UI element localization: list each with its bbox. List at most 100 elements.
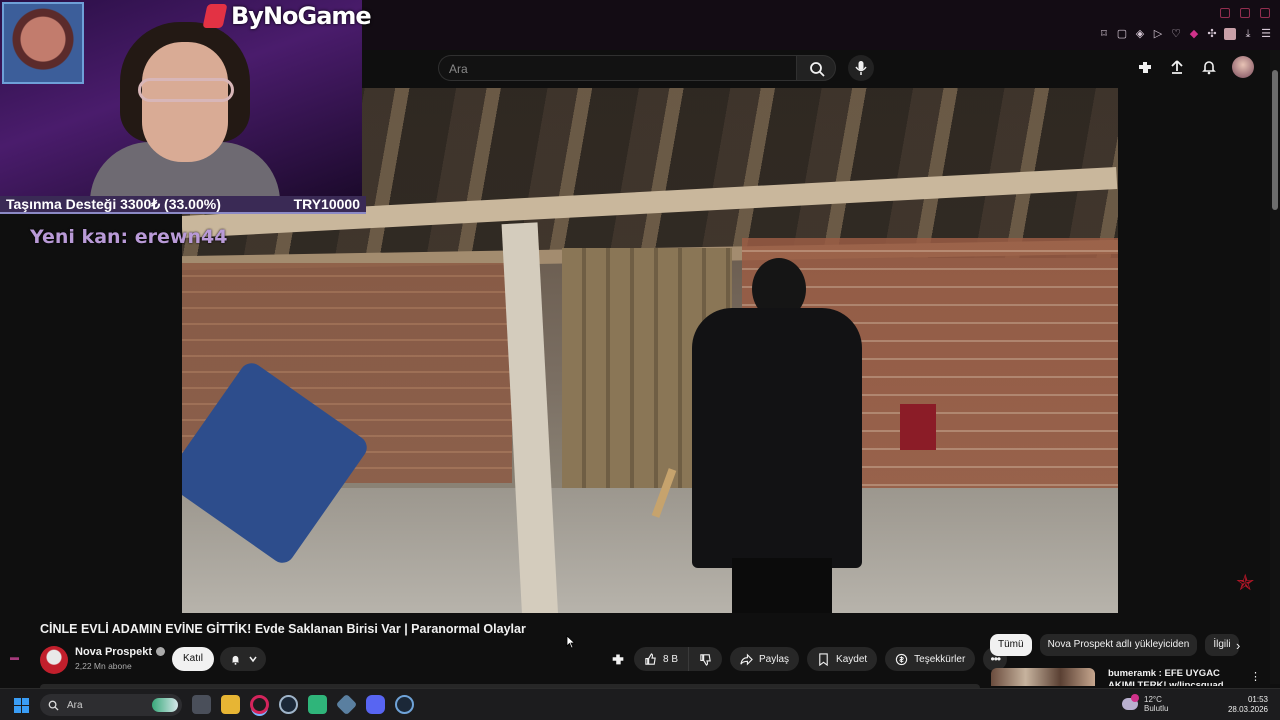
temperature: 12°C — [1144, 695, 1162, 704]
opera-gx-icon[interactable] — [250, 695, 269, 714]
shield-icon[interactable]: ◈ — [1134, 28, 1146, 40]
chip-related[interactable]: İlgili — [1205, 634, 1239, 656]
profile-icon[interactable] — [1224, 28, 1236, 40]
video-scene-person-body — [692, 308, 862, 568]
donation-goal-bar: Taşınma Desteği 3300₺ (33.00%) TRY10000 — [0, 196, 366, 214]
like-dislike-group: 8 B — [634, 647, 723, 671]
taskbar-search[interactable]: Ara — [40, 694, 182, 716]
chip-all[interactable]: Tümü — [990, 634, 1032, 656]
super-thanks-icon — [896, 653, 908, 665]
menu-icon[interactable]: ☰ — [1260, 28, 1272, 40]
discord-icon[interactable] — [366, 695, 385, 714]
app-icon[interactable] — [335, 693, 358, 716]
chevron-down-icon — [248, 656, 257, 663]
steam-alt-icon[interactable] — [395, 695, 414, 714]
video-title: CİNLE EVLİ ADAMIN EVİNE GİTTİK! Evde Sak… — [40, 622, 526, 636]
weather-condition: Bulutlu — [1144, 704, 1169, 713]
bell-icon — [231, 655, 239, 665]
video-scene-person — [662, 258, 892, 613]
extension-icon[interactable] — [610, 651, 626, 667]
minimize-button[interactable] — [1220, 8, 1230, 18]
share-button[interactable]: Paylaş — [730, 647, 800, 671]
suggestion-menu-icon[interactable]: ⋮ — [1250, 670, 1261, 683]
voice-search-button[interactable] — [848, 55, 874, 81]
bell-icon[interactable] — [1200, 58, 1218, 76]
search-highlight-icon — [152, 698, 178, 712]
channel-name[interactable]: Nova Prospekt — [75, 646, 166, 658]
sponsor-logo-text: ByNoGame — [231, 2, 372, 30]
pentagram-icon: ✯ — [1236, 570, 1255, 595]
save-button[interactable]: Kaydet — [807, 647, 878, 671]
taskbar-search-label: Ara — [67, 699, 83, 711]
obs-game-icon[interactable] — [308, 695, 327, 714]
download-icon[interactable]: ⤓ — [1242, 28, 1254, 40]
bookmark-icon — [819, 652, 828, 666]
cursor-icon — [566, 635, 576, 649]
video-actions: 8 B Paylaş Kaydet Teşekkürler ••• — [610, 647, 1008, 671]
like-count: 8 B — [663, 653, 679, 665]
save-label: Kaydet — [836, 653, 868, 665]
search-icon — [810, 62, 825, 77]
bookmark-icon[interactable]: ⌑ — [1098, 28, 1110, 40]
suggestion-thumbnail[interactable] — [991, 668, 1095, 686]
share-icon — [740, 653, 753, 665]
extension-active-icon[interactable]: ◆ — [1188, 28, 1200, 40]
suggestion-title[interactable]: bumeramk : EFE UYGAC AKIMI TERK! w/lipcs… — [1108, 668, 1238, 686]
weather-widget[interactable]: 12°C Bulutlu — [1122, 694, 1168, 713]
scrollbar-thumb[interactable] — [1272, 70, 1278, 210]
extension-icons: ⌑ ▢ ◈ ▷ ♡ ◆ ✣ ⤓ ☰ — [1098, 28, 1272, 40]
chip-from-uploader[interactable]: Nova Prospekt adlı yükleyiciden — [1039, 634, 1198, 656]
subscriber-count: 2,22 Mn abone — [75, 661, 132, 671]
clock-time: 01:53 — [1247, 695, 1268, 704]
system-clock[interactable]: 01:53 28.03.2026 — [1228, 695, 1268, 715]
search-input[interactable]: Ara — [438, 55, 796, 81]
task-view-icon[interactable] — [192, 695, 211, 714]
sponsor-logo: ByNoGame — [202, 2, 372, 30]
windows-start-icon[interactable] — [14, 698, 29, 713]
taskbar: Ara 12°C Bulutlu 01:53 28.03.2026 — [0, 688, 1280, 720]
search-button[interactable] — [796, 55, 836, 81]
maximize-button[interactable] — [1240, 8, 1250, 18]
heart-icon[interactable]: ♡ — [1170, 28, 1182, 40]
dislike-button[interactable] — [689, 647, 723, 671]
play-icon[interactable]: ▷ — [1152, 28, 1164, 40]
steam-icon[interactable] — [279, 695, 298, 714]
like-button[interactable]: 8 B — [634, 647, 690, 671]
clock-date: 28.03.2026 — [1227, 705, 1268, 714]
video-scene-person-legs — [732, 558, 832, 613]
header-actions — [1136, 56, 1254, 78]
cloud-icon — [1122, 694, 1139, 710]
thanks-label: Teşekkürler — [914, 653, 966, 665]
thanks-button[interactable]: Teşekkürler — [885, 647, 976, 671]
notification-button[interactable] — [220, 647, 266, 671]
weather-text: 12°C Bulutlu — [1144, 695, 1168, 713]
suggestion-chips: Tümü Nova Prospekt adlı yükleyiciden İlg… — [990, 634, 1239, 656]
page-scrollbar[interactable] — [1270, 50, 1280, 684]
close-button[interactable] — [1260, 8, 1270, 18]
join-button[interactable]: Katıl — [172, 647, 214, 671]
video-scene-chair — [900, 404, 936, 450]
taskbar-apps — [192, 693, 414, 716]
youtube-header: Ara — [362, 50, 1280, 88]
file-explorer-icon[interactable] — [221, 695, 240, 714]
avatar-portrait — [2, 2, 84, 84]
thumbs-up-icon — [645, 652, 656, 665]
search-icon — [48, 700, 59, 711]
channel-avatar[interactable] — [40, 646, 68, 674]
chevron-right-icon[interactable]: › — [1236, 638, 1250, 653]
account-avatar[interactable] — [1232, 56, 1254, 78]
upload-icon[interactable] — [1168, 58, 1186, 76]
donation-label: Taşınma Desteği 3300₺ (33.00%) — [6, 195, 221, 212]
verified-icon — [156, 647, 166, 656]
new-member-alert: Yeni kan: erewn44 — [30, 226, 228, 248]
microphone-icon — [855, 61, 867, 75]
streamer-glasses — [138, 78, 234, 102]
brand-mark-icon — [202, 4, 228, 28]
streamer — [90, 22, 280, 196]
share-label: Paylaş — [759, 653, 790, 665]
streamer-face — [142, 42, 228, 162]
channel-name-text[interactable]: Nova Prospekt — [75, 646, 152, 658]
puzzle-icon[interactable]: ✣ — [1206, 28, 1218, 40]
screenshot-icon[interactable]: ▢ — [1116, 28, 1128, 40]
extension-icon[interactable] — [1136, 58, 1154, 76]
